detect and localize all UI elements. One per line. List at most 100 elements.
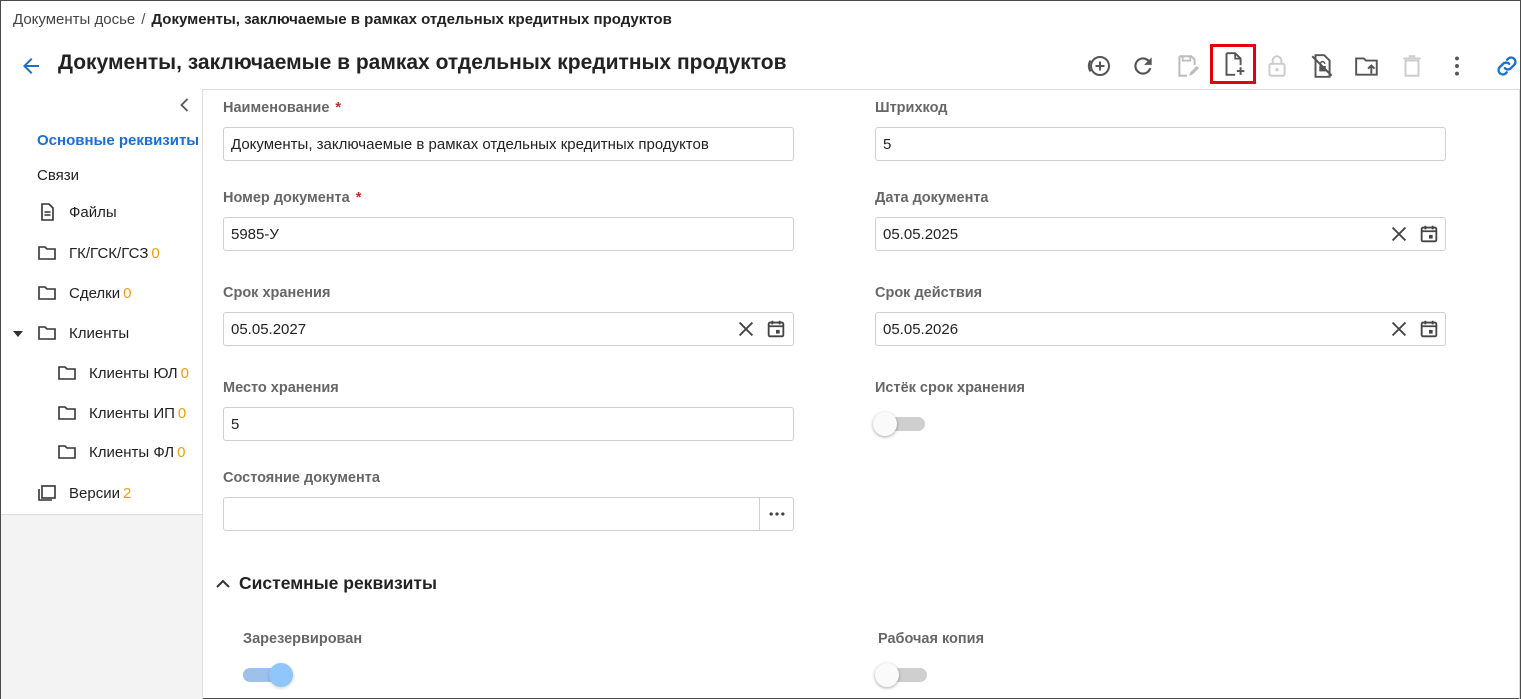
more-vertical-icon <box>1455 56 1459 76</box>
storage-expired-toggle[interactable] <box>873 412 927 436</box>
collapse-sidebar-button[interactable] <box>175 95 195 115</box>
breadcrumb: Документы досье / Документы, заключаемые в… <box>13 11 672 28</box>
calendar-icon[interactable] <box>1417 317 1441 341</box>
reserved-label: Зарезервирован <box>243 631 363 647</box>
folder-icon <box>57 363 77 383</box>
sidebar: Основные реквизиты Связи Файлы ГК/ГСК/ГС… <box>1 89 203 699</box>
sidebar-item-label: Файлы <box>69 203 117 221</box>
more-horizontal-icon <box>769 512 784 516</box>
sidebar-item-label: Основные реквизиты <box>37 132 200 149</box>
refresh-button[interactable] <box>1123 48 1163 84</box>
sidebar-item-label: Связи <box>37 167 80 184</box>
add-circle-icon <box>1087 56 1110 76</box>
save-edit-icon <box>1178 55 1199 77</box>
lock-button[interactable] <box>1257 48 1297 84</box>
unlock-button[interactable] <box>1302 48 1342 84</box>
folder-upload-button[interactable] <box>1347 48 1387 84</box>
storage-term-label: Срок хранения <box>223 285 331 301</box>
sidebar-item-label: ГК/ГСК/ГСЗ <box>69 244 149 262</box>
calendar-icon[interactable] <box>1417 222 1441 246</box>
folder-upload-icon <box>1355 57 1378 76</box>
doc-number-input[interactable] <box>223 217 794 251</box>
validity-term-label: Срок действия <box>875 285 983 301</box>
sidebar-item-label: Клиенты <box>69 324 130 342</box>
required-marker: * <box>335 100 342 116</box>
doc-date-input[interactable] <box>875 217 1446 251</box>
lock-icon <box>1268 55 1286 77</box>
doc-state-input[interactable] <box>223 497 760 531</box>
unlock-icon <box>1311 54 1333 78</box>
new-document-button[interactable] <box>1210 44 1256 84</box>
breadcrumb-parent-link[interactable]: Документы досье <box>13 11 135 28</box>
save-edit-button[interactable] <box>1167 48 1207 84</box>
sidebar-item-label: Версии <box>69 484 120 502</box>
sidebar-item-label: Клиенты ФЛ <box>89 443 175 461</box>
folder-icon <box>57 442 77 462</box>
link-button[interactable] <box>1487 48 1521 84</box>
folder-icon <box>37 323 57 343</box>
doc-state-select-button[interactable] <box>759 497 794 531</box>
new-document-icon <box>1225 52 1245 76</box>
barcode-input[interactable] <box>875 127 1446 161</box>
sidebar-item-count: 0 <box>123 284 132 302</box>
doc-number-label: Номер документа * <box>223 190 362 206</box>
page-title: Документы, заключаемые в рамках отдельны… <box>58 51 787 74</box>
delete-button[interactable] <box>1392 48 1432 84</box>
sidebar-item-count: 0 <box>151 244 160 262</box>
doc-date-label: Дата документа <box>875 190 989 206</box>
working-copy-label: Рабочая копия <box>878 631 985 647</box>
folder-icon <box>37 243 57 263</box>
sidebar-item-links[interactable]: Связи <box>37 167 79 184</box>
sidebar-item-count: 2 <box>122 484 132 502</box>
sidebar-item-deals[interactable]: Сделки 0 <box>37 283 131 303</box>
delete-icon <box>1403 55 1421 77</box>
validity-term-input[interactable] <box>875 312 1446 346</box>
sidebar-item-label: Сделки <box>69 284 121 302</box>
reserved-toggle[interactable] <box>241 663 295 687</box>
system-section-header[interactable]: Системные реквизиты <box>213 573 437 594</box>
sidebar-item-clients-ip[interactable]: Клиенты ИП 0 <box>57 403 186 423</box>
required-marker: * <box>355 190 362 206</box>
section-title: Системные реквизиты <box>239 573 437 593</box>
add-circle-button[interactable] <box>1079 48 1119 84</box>
storage-expired-label: Истёк срок хранения <box>875 380 1025 396</box>
barcode-label: Штрихкод <box>875 100 948 116</box>
header-divider <box>1 89 1520 90</box>
clear-icon[interactable] <box>1387 317 1411 341</box>
scrollbar-edge <box>1519 89 1520 699</box>
doc-state-label: Состояние документа <box>223 470 380 486</box>
sidebar-item-files[interactable]: Файлы <box>37 202 117 222</box>
sidebar-item-gk-gsk-gsz[interactable]: ГК/ГСК/ГСЗ 0 <box>37 243 160 263</box>
sidebar-item-label: Клиенты ЮЛ <box>89 364 178 382</box>
back-arrow-icon[interactable] <box>19 54 43 78</box>
storage-place-label: Место хранения <box>223 380 339 396</box>
chevron-up-icon <box>216 579 230 588</box>
versions-icon <box>37 483 57 503</box>
breadcrumb-current: Документы, заключаемые в рамках отдельны… <box>151 11 672 28</box>
folder-icon <box>57 403 77 423</box>
storage-place-input[interactable] <box>223 407 794 441</box>
folder-icon <box>37 283 57 303</box>
chevron-left-icon <box>180 98 189 112</box>
sidebar-item-clients[interactable]: Клиенты <box>37 323 129 343</box>
sidebar-item-versions[interactable]: Версии 2 <box>37 483 131 503</box>
clear-icon[interactable] <box>734 317 758 341</box>
name-input[interactable] <box>223 127 794 161</box>
sidebar-item-count: 0 <box>180 364 189 382</box>
refresh-icon <box>1134 57 1152 75</box>
calendar-icon[interactable] <box>764 317 788 341</box>
link-icon <box>1497 56 1517 76</box>
clear-icon[interactable] <box>1387 222 1411 246</box>
sidebar-nav: Основные реквизиты Связи Файлы ГК/ГСК/ГС… <box>1 89 202 515</box>
expand-arrow-icon[interactable] <box>12 327 24 339</box>
name-label: Наименование * <box>223 100 342 116</box>
sidebar-item-label: Клиенты ИП <box>89 404 175 422</box>
sidebar-item-count: 0 <box>177 404 187 422</box>
working-copy-toggle[interactable] <box>875 663 929 687</box>
breadcrumb-separator: / <box>141 11 146 28</box>
sidebar-item-main-attributes[interactable]: Основные реквизиты <box>37 132 199 149</box>
storage-term-input[interactable] <box>223 312 794 346</box>
more-menu-button[interactable] <box>1437 48 1477 84</box>
sidebar-item-clients-fl[interactable]: Клиенты ФЛ 0 <box>57 442 185 462</box>
sidebar-item-clients-ul[interactable]: Клиенты ЮЛ 0 <box>57 363 189 383</box>
